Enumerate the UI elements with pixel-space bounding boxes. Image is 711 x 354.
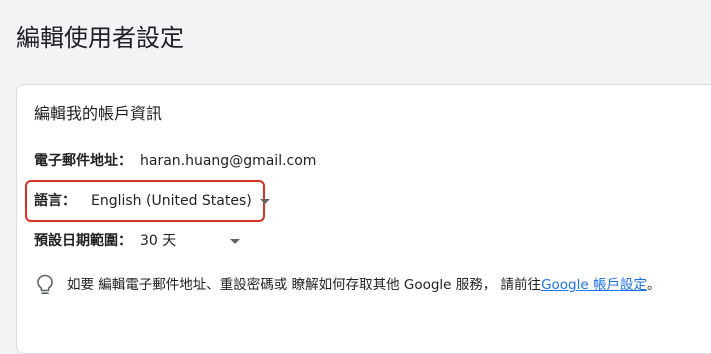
lightbulb-icon: [37, 274, 53, 295]
date-range-select[interactable]: 30 天: [140, 231, 240, 251]
dropdown-caret-icon: [259, 198, 270, 204]
language-row: 語言： English (United States): [34, 191, 270, 211]
email-label: 電子郵件地址：: [34, 153, 132, 169]
info-message: 如要 編輯電子郵件地址、重設密碼或 瞭解如何存取其他 Google 服務， 請前…: [36, 274, 660, 296]
date-range-label: 預設日期範圍：: [34, 233, 132, 249]
date-range-selected-value: 30 天: [140, 233, 177, 249]
google-account-settings-link[interactable]: Google 帳戶設定: [541, 275, 647, 295]
language-select[interactable]: English (United States): [91, 191, 270, 211]
email-row: 電子郵件地址： haran.huang@gmail.com: [34, 151, 316, 171]
language-selected-value: English (United States): [91, 193, 252, 209]
info-suffix: 。: [646, 277, 661, 293]
info-text: 如要 編輯電子郵件地址、重設密碼或 瞭解如何存取其他 Google 服務， 請前…: [67, 277, 542, 293]
dropdown-caret-icon: [230, 238, 240, 244]
language-label: 語言：: [34, 193, 76, 209]
page-title: 編輯使用者設定: [16, 24, 184, 52]
account-info-card: 編輯我的帳戶資訊 電子郵件地址： haran.huang@gmail.com 語…: [16, 84, 711, 354]
email-value: haran.huang@gmail.com: [140, 153, 317, 169]
card-title: 編輯我的帳戶資訊: [34, 104, 163, 123]
date-range-row: 預設日期範圍： 30 天: [34, 231, 240, 251]
